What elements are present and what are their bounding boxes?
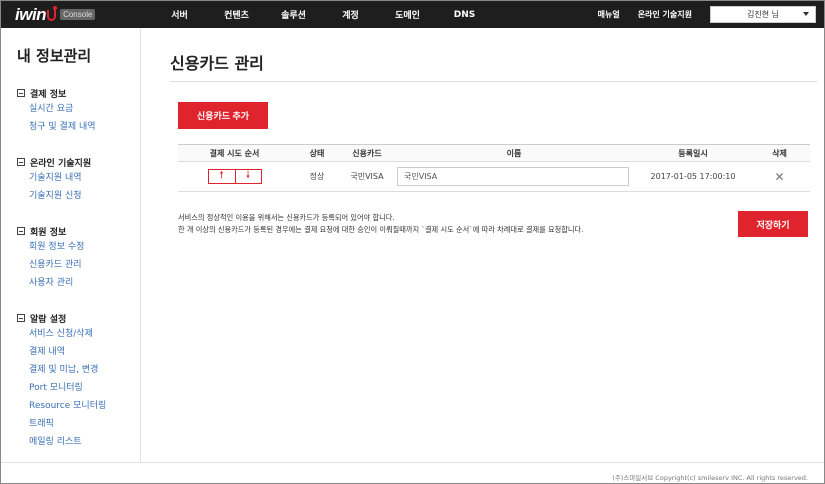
- top-right-menu: 매뉴얼 온라인 기술지원 김진현 님: [598, 1, 816, 28]
- table-header: 결제 시도 순서 상태 신용카드 이름 등록일시 삭제: [178, 144, 810, 162]
- notice-text: 서비스의 정상적인 이용을 위해서는 신용카드가 등록되어 있어야 합니다. 한…: [178, 212, 583, 236]
- page-title: 신용카드 관리: [170, 54, 264, 73]
- nav-solution[interactable]: 솔루션: [265, 8, 322, 21]
- sidebar-group-head[interactable]: 결제 정보: [17, 86, 96, 100]
- col-registered: 등록일시: [678, 148, 708, 158]
- sidebar-group-head[interactable]: 알람 설정: [17, 311, 106, 325]
- nav-server[interactable]: 서버: [151, 8, 208, 21]
- nav-domain[interactable]: 도메인: [379, 8, 436, 21]
- copyright: (주)스마일서브 Copyright(c) smileserv INC. All…: [612, 474, 808, 482]
- registered-cell: 2017-01-05 17:00:10: [650, 172, 736, 181]
- chevron-down-icon: [803, 12, 809, 16]
- sidebar-group-label: 온라인 기술지원: [30, 158, 92, 169]
- sidebar-item-credit-card[interactable]: 신용카드 관리: [29, 256, 84, 274]
- sidebar-group-alarm: 알람 설정 서비스 신청/삭제 결제 내역 결제 및 미납, 변경 Port 모…: [17, 311, 106, 451]
- save-button[interactable]: 저장하기: [738, 211, 808, 237]
- nav-dns[interactable]: DNS: [436, 10, 493, 20]
- col-name: 이름: [506, 148, 522, 158]
- sidebar-item-billing-history[interactable]: 청구 및 결제 내역: [29, 118, 96, 136]
- sidebar-group-label: 회원 정보: [30, 227, 67, 238]
- sidebar-group-label: 결제 정보: [30, 89, 67, 100]
- delete-cell: ✕: [749, 170, 810, 184]
- notice-line: 서비스의 정상적인 이용을 위해서는 신용카드가 등록되어 있어야 합니다.: [178, 213, 395, 222]
- main-nav: 서버 컨텐츠 솔루션 계정 도메인 DNS: [151, 1, 493, 28]
- logo[interactable]: iwin Console: [15, 4, 96, 25]
- sidebar-group-label: 알람 설정: [30, 314, 67, 325]
- sidebar-item-support-request[interactable]: 기술지원 신청: [29, 187, 91, 205]
- sidebar-item-realtime-fee[interactable]: 실시간 요금: [29, 100, 96, 118]
- sidebar-item-port-monitor[interactable]: Port 모니터링: [29, 379, 106, 397]
- sidebar-group-support: 온라인 기술지원 기술지원 내역 기술지원 신청: [17, 155, 91, 205]
- sidebar-item-unpaid[interactable]: 결제 및 미납, 변경: [29, 361, 106, 379]
- footer: (주)스마일서브 Copyright(c) smileserv INC. All…: [1, 462, 824, 483]
- close-icon[interactable]: ✕: [774, 170, 784, 184]
- sidebar-title: 내 정보관리: [17, 47, 92, 65]
- notice-line: 한 개 이상의 신용카드가 등록된 경우에는 결제 요청에 대한 승인이 이뤄질…: [178, 225, 584, 234]
- sidebar-group-head[interactable]: 온라인 기술지원: [17, 155, 91, 169]
- nav-account[interactable]: 계정: [322, 8, 379, 21]
- table-row: 🠕 🠗 정상 국민VISA 국민VISA 2017-01-05 17:00:10…: [178, 162, 810, 192]
- card-table: 결제 시도 순서 상태 신용카드 이름 등록일시 삭제 🠕 🠗 정상 국민VIS…: [178, 144, 810, 192]
- order-cell: 🠕 🠗: [178, 169, 291, 184]
- name-cell: 국민VISA: [391, 167, 637, 186]
- sidebar-item-support-history[interactable]: 기술지원 내역: [29, 169, 91, 187]
- title-divider: [170, 81, 817, 82]
- sidebar-item-service[interactable]: 서비스 신청/삭제: [29, 325, 106, 343]
- sidebar-item-traffic[interactable]: 트래픽: [29, 415, 106, 433]
- arrow-down-icon[interactable]: 🠗: [234, 170, 261, 183]
- collapse-icon: [17, 314, 25, 322]
- logo-text: iwin: [15, 4, 47, 24]
- manual-link[interactable]: 매뉴얼: [598, 9, 620, 20]
- collapse-icon: [17, 89, 25, 97]
- sidebar-group-member: 회원 정보 회원 정보 수정 신용카드 관리 사용자 관리: [17, 224, 84, 292]
- console-badge: Console: [60, 9, 96, 20]
- card-cell: 국민VISA: [350, 172, 384, 181]
- sidebar-item-mailing-list[interactable]: 메일링 리스트: [29, 433, 106, 451]
- add-card-button[interactable]: 신용카드 추가: [178, 102, 268, 129]
- sidebar-item-resource-monitor[interactable]: Resource 모니터링: [29, 397, 106, 415]
- sidebar-item-member-edit[interactable]: 회원 정보 수정: [29, 238, 84, 256]
- col-delete: 삭제: [772, 148, 787, 158]
- sidebar-item-payment[interactable]: 결제 내역: [29, 343, 106, 361]
- sidebar-group-head[interactable]: 회원 정보: [17, 224, 84, 238]
- collapse-icon: [17, 227, 25, 235]
- nav-contents[interactable]: 컨텐츠: [208, 8, 265, 21]
- sidebar: 내 정보관리 결제 정보 실시간 요금 청구 및 결제 내역 온라인 기술지원 …: [1, 28, 141, 462]
- sidebar-group-billing: 결제 정보 실시간 요금 청구 및 결제 내역: [17, 86, 96, 136]
- status-cell: 정상: [309, 172, 325, 181]
- user-menu-select[interactable]: 김진현 님: [710, 6, 816, 23]
- logo-mark-icon: [47, 6, 58, 21]
- col-status: 상태: [309, 148, 325, 158]
- arrow-up-icon[interactable]: 🠕: [209, 170, 235, 183]
- main-content: 신용카드 관리 신용카드 추가 결제 시도 순서 상태 신용카드 이름 등록일시…: [142, 28, 824, 462]
- col-card: 신용카드: [352, 148, 382, 158]
- sidebar-item-user-manage[interactable]: 사용자 관리: [29, 274, 84, 292]
- col-order: 결제 시도 순서: [209, 148, 260, 158]
- order-button-group: 🠕 🠗: [207, 169, 262, 184]
- collapse-icon: [17, 158, 25, 166]
- support-link[interactable]: 온라인 기술지원: [638, 9, 692, 20]
- user-name: 김진현 님: [747, 10, 779, 19]
- card-name-input[interactable]: 국민VISA: [397, 167, 629, 186]
- top-bar: iwin Console 서버 컨텐츠 솔루션 계정 도메인 DNS 매뉴얼 온…: [1, 1, 824, 28]
